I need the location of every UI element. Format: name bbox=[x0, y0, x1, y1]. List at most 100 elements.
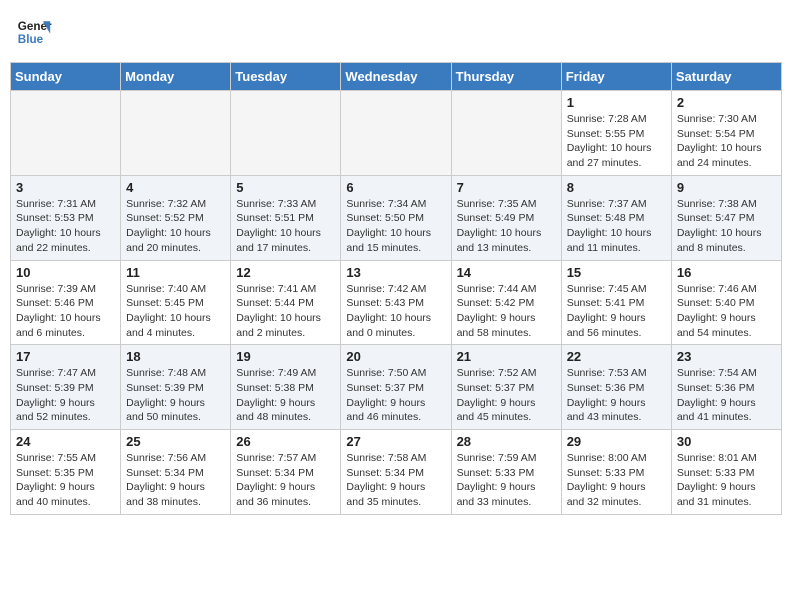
calendar-table: SundayMondayTuesdayWednesdayThursdayFrid… bbox=[10, 62, 782, 515]
calendar-week-2: 3Sunrise: 7:31 AM Sunset: 5:53 PM Daylig… bbox=[11, 175, 782, 260]
day-info: Sunrise: 7:49 AM Sunset: 5:38 PM Dayligh… bbox=[236, 366, 335, 425]
day-number: 2 bbox=[677, 95, 776, 110]
day-number: 1 bbox=[567, 95, 666, 110]
calendar-cell bbox=[341, 91, 451, 176]
calendar-cell: 8 Sunrise: 7:37 AM Sunset: 5:48 PM Daylig… bbox=[561, 175, 671, 260]
calendar-cell: 12 Sunrise: 7:41 AM Sunset: 5:44 PM Dayli… bbox=[231, 260, 341, 345]
calendar-cell: 7 Sunrise: 7:35 AM Sunset: 5:49 PM Daylig… bbox=[451, 175, 561, 260]
day-number: 14 bbox=[457, 265, 556, 280]
calendar-cell: 14 Sunrise: 7:44 AM Sunset: 5:42 PM Dayli… bbox=[451, 260, 561, 345]
calendar-cell: 3Sunrise: 7:31 AM Sunset: 5:53 PM Daylig… bbox=[11, 175, 121, 260]
day-info: Sunrise: 8:01 AM Sunset: 5:33 PM Dayligh… bbox=[677, 451, 776, 510]
day-number: 4 bbox=[126, 180, 225, 195]
calendar-cell: 24 Sunrise: 7:55 AM Sunset: 5:35 PM Dayli… bbox=[11, 430, 121, 515]
col-header-friday: Friday bbox=[561, 63, 671, 91]
calendar-cell: 23 Sunrise: 7:54 AM Sunset: 5:36 PM Dayli… bbox=[671, 345, 781, 430]
day-number: 28 bbox=[457, 434, 556, 449]
day-info: Sunrise: 7:47 AM Sunset: 5:39 PM Dayligh… bbox=[16, 366, 115, 425]
calendar-cell: 27 Sunrise: 7:58 AM Sunset: 5:34 PM Dayli… bbox=[341, 430, 451, 515]
calendar-cell: 6Sunrise: 7:34 AM Sunset: 5:50 PM Daylig… bbox=[341, 175, 451, 260]
calendar-cell: 15 Sunrise: 7:45 AM Sunset: 5:41 PM Dayli… bbox=[561, 260, 671, 345]
day-info: Sunrise: 8:00 AM Sunset: 5:33 PM Dayligh… bbox=[567, 451, 666, 510]
col-header-sunday: Sunday bbox=[11, 63, 121, 91]
calendar-cell: 5 Sunrise: 7:33 AM Sunset: 5:51 PM Daylig… bbox=[231, 175, 341, 260]
day-number: 30 bbox=[677, 434, 776, 449]
col-header-saturday: Saturday bbox=[671, 63, 781, 91]
logo-icon: General Blue bbox=[16, 14, 52, 50]
day-number: 18 bbox=[126, 349, 225, 364]
day-number: 8 bbox=[567, 180, 666, 195]
calendar-cell: 2 Sunrise: 7:30 AM Sunset: 5:54 PM Daylig… bbox=[671, 91, 781, 176]
calendar-week-3: 10Sunrise: 7:39 AM Sunset: 5:46 PM Dayli… bbox=[11, 260, 782, 345]
calendar-week-5: 24 Sunrise: 7:55 AM Sunset: 5:35 PM Dayli… bbox=[11, 430, 782, 515]
day-number: 7 bbox=[457, 180, 556, 195]
day-info: Sunrise: 7:53 AM Sunset: 5:36 PM Dayligh… bbox=[567, 366, 666, 425]
day-info: Sunrise: 7:55 AM Sunset: 5:35 PM Dayligh… bbox=[16, 451, 115, 510]
day-info: Sunrise: 7:52 AM Sunset: 5:37 PM Dayligh… bbox=[457, 366, 556, 425]
calendar-cell: 4 Sunrise: 7:32 AM Sunset: 5:52 PM Daylig… bbox=[121, 175, 231, 260]
calendar-week-4: 17 Sunrise: 7:47 AM Sunset: 5:39 PM Dayli… bbox=[11, 345, 782, 430]
col-header-tuesday: Tuesday bbox=[231, 63, 341, 91]
day-info: Sunrise: 7:38 AM Sunset: 5:47 PM Dayligh… bbox=[677, 197, 776, 256]
day-number: 3 bbox=[16, 180, 115, 195]
day-info: Sunrise: 7:35 AM Sunset: 5:49 PM Dayligh… bbox=[457, 197, 556, 256]
day-info: Sunrise: 7:42 AM Sunset: 5:43 PM Dayligh… bbox=[346, 282, 445, 341]
calendar-cell bbox=[231, 91, 341, 176]
day-info: Sunrise: 7:58 AM Sunset: 5:34 PM Dayligh… bbox=[346, 451, 445, 510]
calendar-cell: 25Sunrise: 7:56 AM Sunset: 5:34 PM Dayli… bbox=[121, 430, 231, 515]
calendar-cell: 20 Sunrise: 7:50 AM Sunset: 5:37 PM Dayli… bbox=[341, 345, 451, 430]
day-info: Sunrise: 7:57 AM Sunset: 5:34 PM Dayligh… bbox=[236, 451, 335, 510]
day-number: 5 bbox=[236, 180, 335, 195]
col-header-wednesday: Wednesday bbox=[341, 63, 451, 91]
day-number: 21 bbox=[457, 349, 556, 364]
day-info: Sunrise: 7:54 AM Sunset: 5:36 PM Dayligh… bbox=[677, 366, 776, 425]
calendar-cell: 17 Sunrise: 7:47 AM Sunset: 5:39 PM Dayli… bbox=[11, 345, 121, 430]
calendar-cell: 13Sunrise: 7:42 AM Sunset: 5:43 PM Dayli… bbox=[341, 260, 451, 345]
day-number: 12 bbox=[236, 265, 335, 280]
calendar-week-1: 1 Sunrise: 7:28 AM Sunset: 5:55 PM Daylig… bbox=[11, 91, 782, 176]
day-info: Sunrise: 7:30 AM Sunset: 5:54 PM Dayligh… bbox=[677, 112, 776, 171]
day-number: 20 bbox=[346, 349, 445, 364]
calendar-cell: 1 Sunrise: 7:28 AM Sunset: 5:55 PM Daylig… bbox=[561, 91, 671, 176]
logo: General Blue bbox=[16, 14, 52, 50]
day-number: 11 bbox=[126, 265, 225, 280]
day-info: Sunrise: 7:34 AM Sunset: 5:50 PM Dayligh… bbox=[346, 197, 445, 256]
day-info: Sunrise: 7:45 AM Sunset: 5:41 PM Dayligh… bbox=[567, 282, 666, 341]
day-info: Sunrise: 7:46 AM Sunset: 5:40 PM Dayligh… bbox=[677, 282, 776, 341]
calendar-cell: 19Sunrise: 7:49 AM Sunset: 5:38 PM Dayli… bbox=[231, 345, 341, 430]
day-info: Sunrise: 7:59 AM Sunset: 5:33 PM Dayligh… bbox=[457, 451, 556, 510]
calendar-cell: 10Sunrise: 7:39 AM Sunset: 5:46 PM Dayli… bbox=[11, 260, 121, 345]
day-number: 16 bbox=[677, 265, 776, 280]
calendar-cell: 18 Sunrise: 7:48 AM Sunset: 5:39 PM Dayli… bbox=[121, 345, 231, 430]
calendar-cell: 26Sunrise: 7:57 AM Sunset: 5:34 PM Dayli… bbox=[231, 430, 341, 515]
day-number: 25 bbox=[126, 434, 225, 449]
col-header-monday: Monday bbox=[121, 63, 231, 91]
day-info: Sunrise: 7:50 AM Sunset: 5:37 PM Dayligh… bbox=[346, 366, 445, 425]
calendar-cell: 29 Sunrise: 8:00 AM Sunset: 5:33 PM Dayli… bbox=[561, 430, 671, 515]
day-info: Sunrise: 7:41 AM Sunset: 5:44 PM Dayligh… bbox=[236, 282, 335, 341]
calendar-cell: 30 Sunrise: 8:01 AM Sunset: 5:33 PM Dayli… bbox=[671, 430, 781, 515]
day-info: Sunrise: 7:32 AM Sunset: 5:52 PM Dayligh… bbox=[126, 197, 225, 256]
col-header-thursday: Thursday bbox=[451, 63, 561, 91]
calendar-cell bbox=[121, 91, 231, 176]
calendar-cell: 11 Sunrise: 7:40 AM Sunset: 5:45 PM Dayli… bbox=[121, 260, 231, 345]
day-info: Sunrise: 7:37 AM Sunset: 5:48 PM Dayligh… bbox=[567, 197, 666, 256]
calendar-cell: 9Sunrise: 7:38 AM Sunset: 5:47 PM Daylig… bbox=[671, 175, 781, 260]
page-header: General Blue bbox=[10, 10, 782, 54]
day-info: Sunrise: 7:28 AM Sunset: 5:55 PM Dayligh… bbox=[567, 112, 666, 171]
day-info: Sunrise: 7:48 AM Sunset: 5:39 PM Dayligh… bbox=[126, 366, 225, 425]
day-number: 29 bbox=[567, 434, 666, 449]
calendar-header-row: SundayMondayTuesdayWednesdayThursdayFrid… bbox=[11, 63, 782, 91]
calendar-cell: 21 Sunrise: 7:52 AM Sunset: 5:37 PM Dayli… bbox=[451, 345, 561, 430]
day-number: 17 bbox=[16, 349, 115, 364]
day-number: 24 bbox=[16, 434, 115, 449]
calendar-cell: 22Sunrise: 7:53 AM Sunset: 5:36 PM Dayli… bbox=[561, 345, 671, 430]
day-number: 23 bbox=[677, 349, 776, 364]
day-info: Sunrise: 7:44 AM Sunset: 5:42 PM Dayligh… bbox=[457, 282, 556, 341]
day-number: 27 bbox=[346, 434, 445, 449]
calendar-cell bbox=[451, 91, 561, 176]
calendar-cell: 28 Sunrise: 7:59 AM Sunset: 5:33 PM Dayli… bbox=[451, 430, 561, 515]
day-info: Sunrise: 7:40 AM Sunset: 5:45 PM Dayligh… bbox=[126, 282, 225, 341]
day-info: Sunrise: 7:33 AM Sunset: 5:51 PM Dayligh… bbox=[236, 197, 335, 256]
day-number: 15 bbox=[567, 265, 666, 280]
